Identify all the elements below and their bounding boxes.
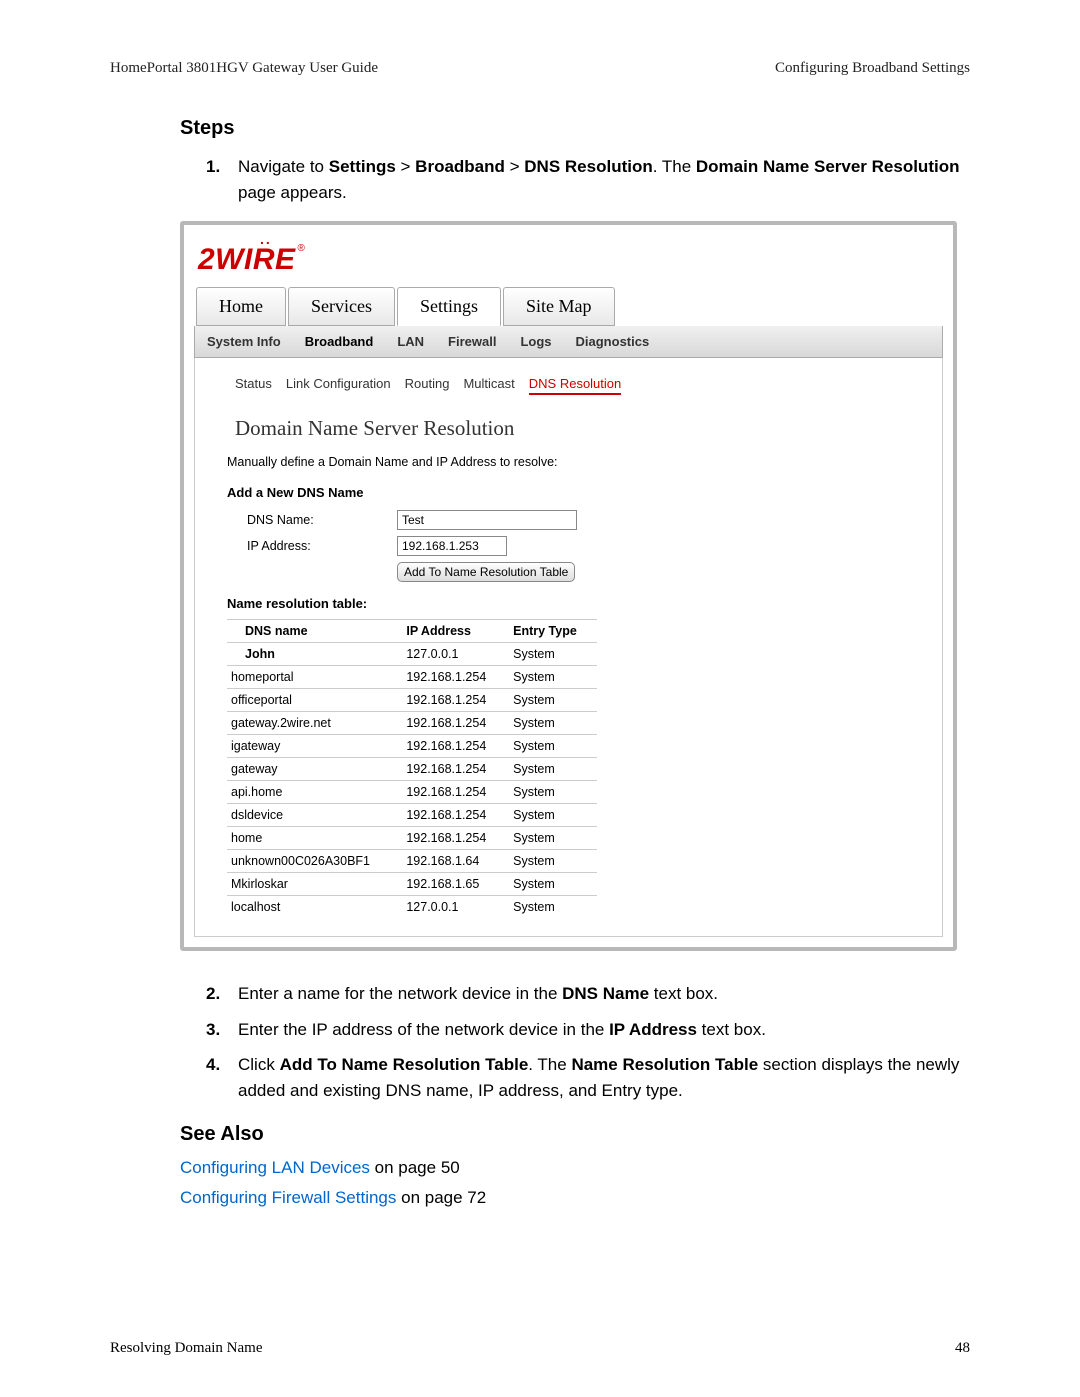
nrt-heading: Name resolution table: — [227, 596, 930, 611]
dns-name-label: DNS Name: — [247, 513, 397, 527]
ttab-status[interactable]: Status — [235, 376, 272, 395]
subtab-broadband[interactable]: Broadband — [305, 334, 374, 349]
see-also-link-1: Configuring LAN Devices on page 50 — [180, 1158, 970, 1178]
table-row: officeportal192.168.1.254System — [227, 689, 597, 712]
table-row: Mkirloskar192.168.1.65System — [227, 873, 597, 896]
step-2: 2.Enter a name for the network device in… — [206, 981, 970, 1007]
step-1: 1. Navigate to Settings > Broadband > DN… — [206, 154, 970, 205]
subtab-system-info[interactable]: System Info — [207, 334, 281, 349]
ttab-dns-resolution[interactable]: DNS Resolution — [529, 376, 622, 395]
subtab-logs[interactable]: Logs — [520, 334, 551, 349]
tab-home[interactable]: Home — [196, 287, 286, 326]
header-right: Configuring Broadband Settings — [775, 60, 970, 77]
col-dns-name: DNS name — [227, 620, 402, 643]
tab-settings[interactable]: Settings — [397, 287, 501, 326]
header-left: HomePortal 3801HGV Gateway User Guide — [110, 60, 378, 77]
ip-address-input[interactable] — [397, 536, 507, 556]
section-subtext: Manually define a Domain Name and IP Add… — [227, 455, 930, 469]
table-row: gateway192.168.1.254System — [227, 758, 597, 781]
table-row: localhost127.0.0.1System — [227, 896, 597, 919]
table-row: homeportal192.168.1.254System — [227, 666, 597, 689]
tab-services[interactable]: Services — [288, 287, 395, 326]
gateway-screenshot: 2WIRE® Home Services Settings Site Map S… — [180, 221, 957, 951]
table-row: api.home192.168.1.254System — [227, 781, 597, 804]
brand-logo: 2WIRE® — [198, 243, 305, 277]
table-row: unknown00C026A30BF1192.168.1.64System — [227, 850, 597, 873]
link-firewall-settings[interactable]: Configuring Firewall Settings — [180, 1188, 396, 1207]
table-row: home192.168.1.254System — [227, 827, 597, 850]
subtab-lan[interactable]: LAN — [397, 334, 424, 349]
dns-name-input[interactable] — [397, 510, 577, 530]
see-also-link-2: Configuring Firewall Settings on page 72 — [180, 1188, 970, 1208]
ttab-routing[interactable]: Routing — [405, 376, 450, 395]
dns-table: DNS name IP Address Entry Type John127.0… — [227, 619, 597, 918]
table-row: igateway192.168.1.254System — [227, 735, 597, 758]
ip-address-label: IP Address: — [247, 539, 397, 553]
col-ip-address: IP Address — [402, 620, 509, 643]
subtab-diagnostics[interactable]: Diagnostics — [576, 334, 650, 349]
add-to-table-button[interactable]: Add To Name Resolution Table — [397, 562, 575, 582]
steps-heading: Steps — [180, 117, 970, 140]
ttab-multicast[interactable]: Multicast — [463, 376, 514, 395]
table-row: John127.0.0.1System — [227, 643, 597, 666]
tab-sitemap[interactable]: Site Map — [503, 287, 615, 326]
subtab-firewall[interactable]: Firewall — [448, 334, 496, 349]
table-row: gateway.2wire.net192.168.1.254System — [227, 712, 597, 735]
add-dns-heading: Add a New DNS Name — [227, 485, 930, 500]
see-also-heading: See Also — [180, 1123, 970, 1146]
link-lan-devices[interactable]: Configuring LAN Devices — [180, 1158, 370, 1177]
step-4: 4.Click Add To Name Resolution Table. Th… — [206, 1052, 970, 1103]
footer-page-number: 48 — [955, 1340, 970, 1357]
section-title: Domain Name Server Resolution — [235, 416, 930, 441]
step-3: 3.Enter the IP address of the network de… — [206, 1017, 970, 1043]
ttab-link-config[interactable]: Link Configuration — [286, 376, 391, 395]
col-entry-type: Entry Type — [509, 620, 597, 643]
footer-left: Resolving Domain Name — [110, 1340, 262, 1357]
table-row: dsldevice192.168.1.254System — [227, 804, 597, 827]
